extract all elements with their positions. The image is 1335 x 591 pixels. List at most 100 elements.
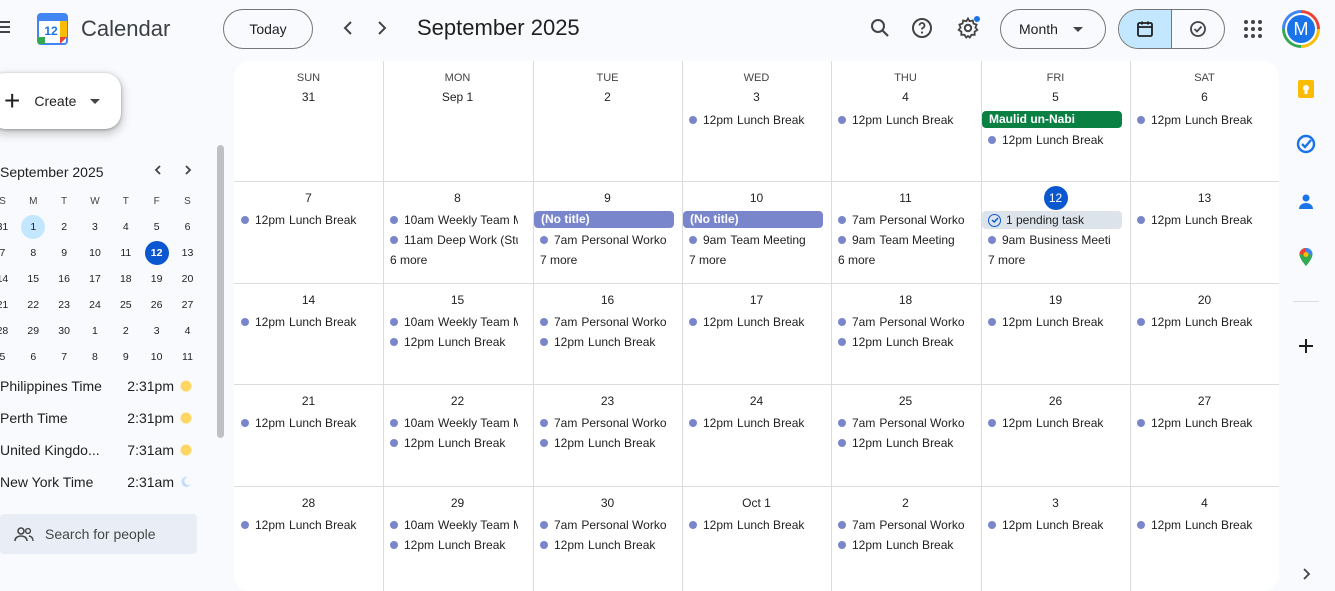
event-chip[interactable]: 9am Team Meeting (831, 231, 966, 249)
day-number-link[interactable]: 18 (831, 288, 980, 312)
event-chip[interactable]: 12pm Lunch Break (682, 414, 817, 432)
mini-day[interactable]: 4 (172, 319, 203, 343)
today-button[interactable]: Today (223, 9, 313, 49)
day-number-link[interactable]: 27 (1130, 389, 1279, 413)
day-number-link[interactable]: Sep 1 (383, 85, 532, 109)
previous-month-button[interactable] (337, 16, 361, 40)
event-chip[interactable]: 10am Weekly Team M (383, 516, 518, 534)
day-number-link[interactable]: 3 (981, 491, 1130, 515)
mini-day[interactable]: 1 (18, 215, 49, 239)
expand-rail-icon[interactable] (1299, 567, 1313, 580)
day-cell[interactable] (383, 61, 532, 181)
mini-day[interactable]: 11 (110, 241, 141, 265)
event-chip[interactable]: 7am Personal Worko (831, 313, 966, 331)
mini-day[interactable]: 27 (172, 293, 203, 317)
event-chip[interactable]: 12pm Lunch Break (831, 111, 966, 129)
event-chip[interactable]: 7am Personal Worko (831, 516, 966, 534)
mini-day[interactable]: 19 (141, 267, 172, 291)
mini-day[interactable]: 14 (0, 267, 18, 291)
event-chip[interactable]: 12pm Lunch Break (831, 434, 966, 452)
mini-day[interactable]: 3 (141, 319, 172, 343)
event-chip[interactable]: 12pm Lunch Break (981, 131, 1116, 149)
tasks-icon[interactable] (1296, 134, 1316, 154)
calendar-view-toggle[interactable] (1119, 10, 1172, 48)
mini-day[interactable]: 6 (172, 215, 203, 239)
day-number-link[interactable]: 22 (383, 389, 532, 413)
mini-day[interactable]: 8 (80, 345, 111, 369)
mini-day[interactable]: 29 (18, 319, 49, 343)
mini-day[interactable]: 21 (0, 293, 18, 317)
day-number-link[interactable]: 20 (1130, 288, 1279, 312)
mini-day[interactable]: 9 (49, 241, 80, 265)
calendar-logo[interactable]: 12 (37, 13, 68, 45)
event-chip[interactable]: 12pm Lunch Break (981, 414, 1116, 432)
settings-button[interactable] (956, 16, 980, 40)
mini-day[interactable]: 13 (172, 241, 203, 265)
all-day-event[interactable]: Maulid un-Nabi (982, 111, 1122, 128)
next-month-button[interactable] (369, 16, 393, 40)
mini-day[interactable]: 11 (172, 345, 203, 369)
day-number-link[interactable]: 23 (533, 389, 682, 413)
day-number-link[interactable]: Oct 1 (682, 491, 831, 515)
mini-day[interactable]: 7 (0, 241, 18, 265)
keep-icon[interactable] (1296, 79, 1316, 99)
mini-day[interactable]: 8 (18, 241, 49, 265)
event-chip[interactable]: 12pm Lunch Break (383, 434, 518, 452)
event-chip[interactable]: 12pm Lunch Break (533, 434, 668, 452)
day-number-link[interactable]: 14 (234, 288, 383, 312)
event-chip[interactable]: 12pm Lunch Break (234, 516, 369, 534)
help-button[interactable] (910, 16, 934, 40)
mini-day[interactable]: 1 (80, 319, 111, 343)
event-chip[interactable]: 12pm Lunch Break (981, 313, 1116, 331)
mini-day[interactable]: 5 (0, 345, 18, 369)
mini-day[interactable]: 28 (0, 319, 18, 343)
day-number-link[interactable]: 8 (383, 186, 532, 210)
event-chip[interactable]: 12pm Lunch Break (831, 536, 966, 554)
mini-prev-month-button[interactable] (151, 163, 165, 182)
event-chip[interactable]: 7am Personal Worko (831, 211, 966, 229)
mini-day[interactable]: 3 (80, 215, 111, 239)
day-number-link[interactable]: 9 (533, 186, 682, 210)
search-button[interactable] (868, 16, 892, 40)
day-number-link[interactable]: 7 (234, 186, 383, 210)
mini-day[interactable]: 4 (110, 215, 141, 239)
event-chip[interactable]: 7am Personal Worko (533, 231, 668, 249)
event-chip[interactable]: 12pm Lunch Break (533, 536, 668, 554)
event-chip[interactable]: 12pm Lunch Break (533, 333, 668, 351)
pending-task-chip[interactable]: 1 pending task (982, 211, 1122, 229)
more-events-link[interactable]: 6 more (831, 253, 875, 267)
day-number-link[interactable]: 4 (1130, 491, 1279, 515)
event-chip[interactable]: 7am Personal Worko (533, 313, 668, 331)
mini-day[interactable]: 24 (80, 293, 111, 317)
day-number-link[interactable]: 4 (831, 85, 980, 109)
day-number-link[interactable]: 24 (682, 389, 831, 413)
event-chip[interactable]: 12pm Lunch Break (234, 414, 369, 432)
day-number-link[interactable]: 16 (533, 288, 682, 312)
mini-day[interactable]: 22 (18, 293, 49, 317)
event-chip[interactable]: 12pm Lunch Break (1130, 211, 1265, 229)
create-button[interactable]: + Create (0, 73, 121, 129)
event-chip[interactable]: 7am Personal Worko (831, 414, 966, 432)
google-apps-icon[interactable] (1244, 20, 1262, 38)
all-day-event[interactable]: (No title) (683, 211, 823, 228)
event-chip[interactable]: 12pm Lunch Break (981, 516, 1116, 534)
sidebar-scrollbar[interactable] (217, 145, 224, 438)
day-number-link[interactable]: 25 (831, 389, 980, 413)
more-events-link[interactable]: 7 more (682, 253, 726, 267)
mini-day[interactable]: 26 (141, 293, 172, 317)
day-number-link[interactable]: 13 (1130, 186, 1279, 210)
mini-day[interactable]: 9 (110, 345, 141, 369)
event-chip[interactable]: 7am Personal Worko (533, 516, 668, 534)
event-chip[interactable]: 12pm Lunch Break (383, 333, 518, 351)
mini-day[interactable]: 2 (49, 215, 80, 239)
contacts-icon[interactable] (1296, 191, 1316, 211)
day-number-link[interactable]: 26 (981, 389, 1130, 413)
day-cell[interactable] (533, 61, 682, 181)
day-number-link[interactable]: 17 (682, 288, 831, 312)
event-chip[interactable]: 9am Business Meeti (981, 231, 1116, 249)
day-number-link[interactable]: 31 (234, 85, 383, 109)
day-number-link[interactable]: 15 (383, 288, 532, 312)
view-selector[interactable]: Month (1000, 9, 1106, 49)
more-events-link[interactable]: 6 more (383, 253, 427, 267)
day-number-link[interactable]: 19 (981, 288, 1130, 312)
